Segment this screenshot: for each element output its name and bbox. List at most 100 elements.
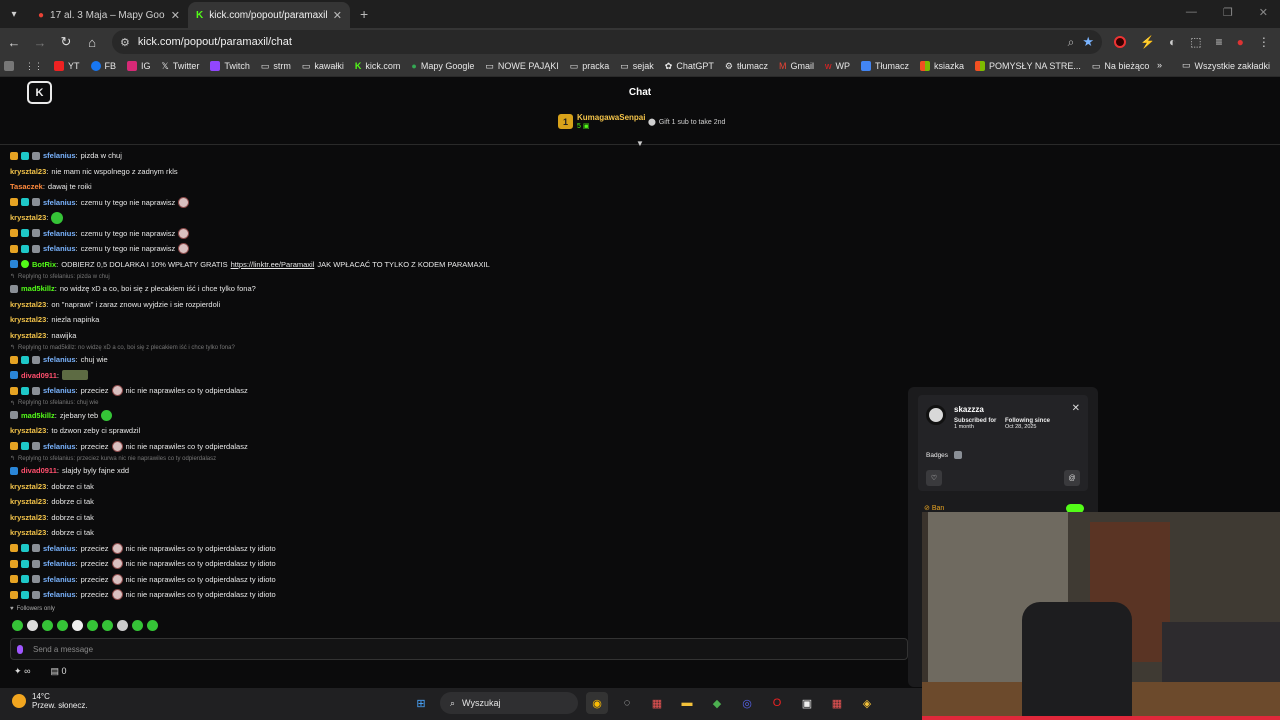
bookmark-kick[interactable]: Kkick.com — [355, 61, 401, 71]
chat-username[interactable]: mad5killz — [21, 284, 55, 293]
bookmark-pomysly[interactable]: POMYSŁY NA STRE... — [975, 61, 1081, 71]
close-window-icon[interactable]: ✕ — [1259, 6, 1268, 19]
chat-message[interactable]: mad5killz: zjebany teb — [10, 408, 900, 424]
profile-avatar-icon[interactable]: ● — [1237, 35, 1244, 49]
reload-icon[interactable]: ↻ — [54, 34, 78, 50]
points-counter[interactable]: ▤ 0 — [50, 666, 66, 677]
chat-message[interactable]: divad0911: slajdy byly fajne xdd — [10, 463, 900, 479]
chat-username[interactable]: BotRix — [32, 260, 56, 269]
chat-message[interactable]: sfelanius: przeciez nic nie naprawiles co … — [10, 556, 900, 572]
bookmark-sejak[interactable]: ▭ sejak — [620, 61, 654, 72]
bookmark-ig[interactable]: IG — [127, 61, 151, 71]
bookmark-twitter[interactable]: 𝕏 Twitter — [162, 61, 200, 72]
chat-username[interactable]: sfelanius — [43, 386, 76, 395]
chat-username[interactable]: sfelanius — [43, 244, 76, 253]
chat-message[interactable]: BotRix: ODBIERZ 0,5 DOLARKA I 10% WPŁATY … — [10, 257, 900, 273]
chat-username[interactable]: krysztal23 — [10, 167, 46, 176]
site-info-icon[interactable]: ⚙ — [120, 36, 130, 49]
chat-username[interactable]: sfelanius — [43, 575, 76, 584]
chat-message[interactable]: krysztal23: niezla napinka — [10, 312, 900, 328]
chat-message[interactable]: sfelanius: czemu ty tego nie naprawisz — [10, 241, 900, 257]
chat-username[interactable]: divad0911 — [21, 466, 57, 475]
record-extension-icon[interactable] — [1114, 36, 1126, 48]
bookmark-maps[interactable]: ● Mapy Google — [411, 61, 474, 71]
chat-username[interactable]: sfelanius — [43, 198, 76, 207]
tab-search-button[interactable]: ▾ — [4, 4, 24, 24]
emote-icon[interactable] — [72, 620, 83, 631]
chat-username[interactable]: sfelanius — [43, 355, 76, 364]
chat-username[interactable]: krysztal23 — [10, 315, 46, 324]
chat-username[interactable]: sfelanius — [43, 442, 76, 451]
chat-message[interactable]: sfelanius: przeciez nic nie naprawiles co … — [10, 587, 900, 603]
bookmark-tlumacz[interactable]: ⚙ tłumacz — [725, 61, 768, 72]
bookmark-star-icon[interactable]: ★ — [1082, 34, 1094, 50]
chat-message[interactable]: krysztal23: dobrze ci tak — [10, 525, 900, 541]
new-tab-button[interactable]: + — [360, 6, 368, 22]
bookmark-fb[interactable]: FB — [90, 61, 116, 71]
emote-icon[interactable] — [12, 620, 23, 631]
extension-icon[interactable]: ⚡ — [1140, 35, 1155, 49]
chat-username[interactable]: krysztal23 — [10, 497, 46, 506]
chat-username[interactable]: Tasaczek — [10, 182, 43, 191]
maximize-icon[interactable]: ❐ — [1223, 6, 1233, 19]
taskbar-search[interactable]: ⌕ Wyszukaj — [440, 692, 578, 714]
chat-username[interactable]: sfelanius — [43, 229, 76, 238]
chat-message[interactable]: krysztal23: on "naprawi" i zaraz znowu wy… — [10, 297, 900, 313]
message-input[interactable]: Send a message — [10, 638, 908, 660]
chat-message[interactable]: krysztal23: nawijka — [10, 328, 900, 344]
bookmark-wp[interactable]: w WP — [825, 61, 850, 71]
chat-message[interactable]: sfelanius: przeciez nic nie naprawiles co … — [10, 572, 900, 588]
chrome-icon[interactable]: ◉ — [586, 692, 608, 714]
forward-icon[interactable]: → — [28, 35, 52, 50]
reply-context[interactable]: ↰ Replying to mad5killz: no widzę xD a co… — [10, 343, 900, 352]
app-icon[interactable]: ◆ — [706, 692, 728, 714]
bookmark-translate[interactable]: Tłumacz — [860, 61, 909, 71]
url-text[interactable]: kick.com/popout/paramaxil/chat — [138, 36, 1060, 48]
bookmark-chatgpt[interactable]: ✿ ChatGPT — [665, 61, 714, 72]
app-icon[interactable]: ▦ — [646, 692, 668, 714]
gift-note[interactable]: ⬤ Gift 1 sub to take 2nd — [648, 118, 725, 127]
top-gifter[interactable]: 1 KumagawaSenpai 5 ▣ — [558, 113, 645, 130]
chat-username[interactable]: sfelanius — [43, 151, 76, 160]
opera-icon[interactable]: O — [766, 692, 788, 714]
chat-username[interactable]: sfelanius — [43, 559, 76, 568]
back-icon[interactable]: ← — [2, 35, 26, 50]
tab-kick-chat[interactable]: K kick.com/popout/paramaxil/ch ✕ — [188, 2, 350, 28]
extension-icon[interactable]: ◐ — [1169, 35, 1176, 49]
chat-message[interactable]: sfelanius: chuj wie — [10, 352, 900, 368]
reply-context[interactable]: ↰ Replying to sfelanius: pizda w chuj — [10, 272, 900, 281]
emote-icon[interactable] — [57, 620, 68, 631]
chat-username[interactable]: mad5killz — [21, 411, 55, 420]
chat-message[interactable]: krysztal23: nie mam nic wspolnego z zadny… — [10, 164, 900, 180]
mention-button[interactable]: @ — [1064, 470, 1080, 486]
bookmark-yt[interactable]: YT — [54, 61, 80, 71]
points-mode[interactable]: ✦ ∞ — [14, 666, 30, 677]
chat-link[interactable]: https://linktr.ee/Paramaxil — [231, 260, 315, 269]
windows-start-icon[interactable]: ⊞ — [410, 692, 432, 714]
bookmark-kawalki[interactable]: ▭ kawałki — [302, 61, 344, 72]
menu-icon[interactable]: ⋮ — [1258, 35, 1270, 49]
home-icon[interactable]: ⌂ — [80, 35, 104, 50]
bookmark-nowe-pajaki[interactable]: ▭ NOWE PAJĄKI — [485, 61, 558, 72]
all-bookmarks[interactable]: ▭ Wszystkie zakładki — [1182, 60, 1270, 71]
minimize-icon[interactable]: — — [1186, 6, 1197, 19]
more-bookmarks-icon[interactable]: » — [1157, 60, 1162, 71]
bookmark-na-biezaco[interactable]: ▭ Na bieżąco — [1092, 61, 1150, 72]
chat-message[interactable]: krysztal23: dobrze ci tak — [10, 479, 900, 495]
user-name[interactable]: skazzza — [954, 405, 984, 414]
bookmark-pracka[interactable]: ▭ pracka — [570, 61, 610, 72]
media-icon[interactable]: ≡ — [1216, 35, 1223, 49]
chat-username[interactable]: sfelanius — [43, 590, 76, 599]
chat-message[interactable]: krysztal23: dobrze ci tak — [10, 494, 900, 510]
emote-icon[interactable] — [147, 620, 158, 631]
emote-icon[interactable] — [27, 620, 38, 631]
emote-icon[interactable] — [102, 620, 113, 631]
chat-username[interactable]: divad0911 — [21, 371, 57, 380]
chat-message[interactable]: sfelanius: przeciez nic nie naprawiles co … — [10, 541, 900, 557]
tab-google-maps[interactable]: ● 17 al. 3 Maja – Mapy Google ✕ — [30, 2, 188, 28]
bookmark-gmail[interactable]: M Gmail — [779, 61, 814, 71]
discord-icon[interactable]: ◎ — [736, 692, 758, 714]
chat-message[interactable]: sfelanius: czemu ty tego nie naprawisz — [10, 195, 900, 211]
chat-username[interactable]: krysztal23 — [10, 513, 46, 522]
bookmark-twitch[interactable]: Twitch — [210, 61, 250, 71]
